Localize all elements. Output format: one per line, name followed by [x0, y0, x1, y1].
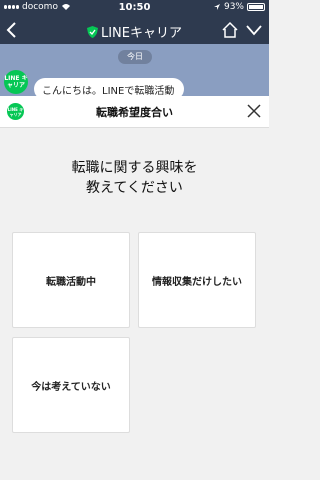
chevron-down-icon[interactable] — [245, 22, 263, 38]
avatar[interactable]: LINE キャリア — [4, 70, 28, 94]
option-job-hunting-button[interactable]: 転職活動中 — [12, 232, 130, 328]
question-line-1: 転職に関する興味を — [71, 160, 198, 176]
status-right: 93% — [213, 2, 265, 12]
battery-percent: 93% — [223, 2, 244, 12]
option-label: 情報収集だけしたい — [152, 276, 242, 288]
screen: docomo 10:50 93% LINEキャリア 今日 LINE キャリア こ… — [0, 0, 269, 480]
date-separator: 今日 — [118, 50, 152, 64]
option-label: 今は考えていない — [31, 381, 111, 393]
chat-title-text: LINEキャリア — [100, 26, 182, 41]
question-text: 転職に関する興味を 教えてください — [0, 158, 269, 198]
location-icon — [213, 4, 220, 10]
shield-icon — [86, 25, 98, 38]
question-line-2: 教えてください — [86, 180, 183, 196]
battery-icon — [247, 3, 265, 11]
nav-bar: LINEキャリア — [0, 16, 269, 44]
option-not-considering-button[interactable]: 今は考えていない — [12, 337, 130, 433]
question-sheet: LINE キャリア 転職希望度合い 転職に関する興味を 教えてください 転職活動… — [0, 96, 269, 480]
option-label: 転職活動中 — [46, 276, 96, 288]
close-icon[interactable] — [247, 104, 261, 118]
chat-area: 今日 LINE キャリア こんにちは。LINEで転職活動 — [0, 44, 269, 100]
option-info-gathering-button[interactable]: 情報収集だけしたい — [138, 232, 256, 328]
status-bar: docomo 10:50 93% — [0, 0, 269, 16]
sheet-title: 転職希望度合い — [96, 106, 173, 119]
sheet-header: LINE キャリア 転職希望度合い — [0, 96, 269, 128]
home-icon[interactable] — [221, 21, 239, 39]
